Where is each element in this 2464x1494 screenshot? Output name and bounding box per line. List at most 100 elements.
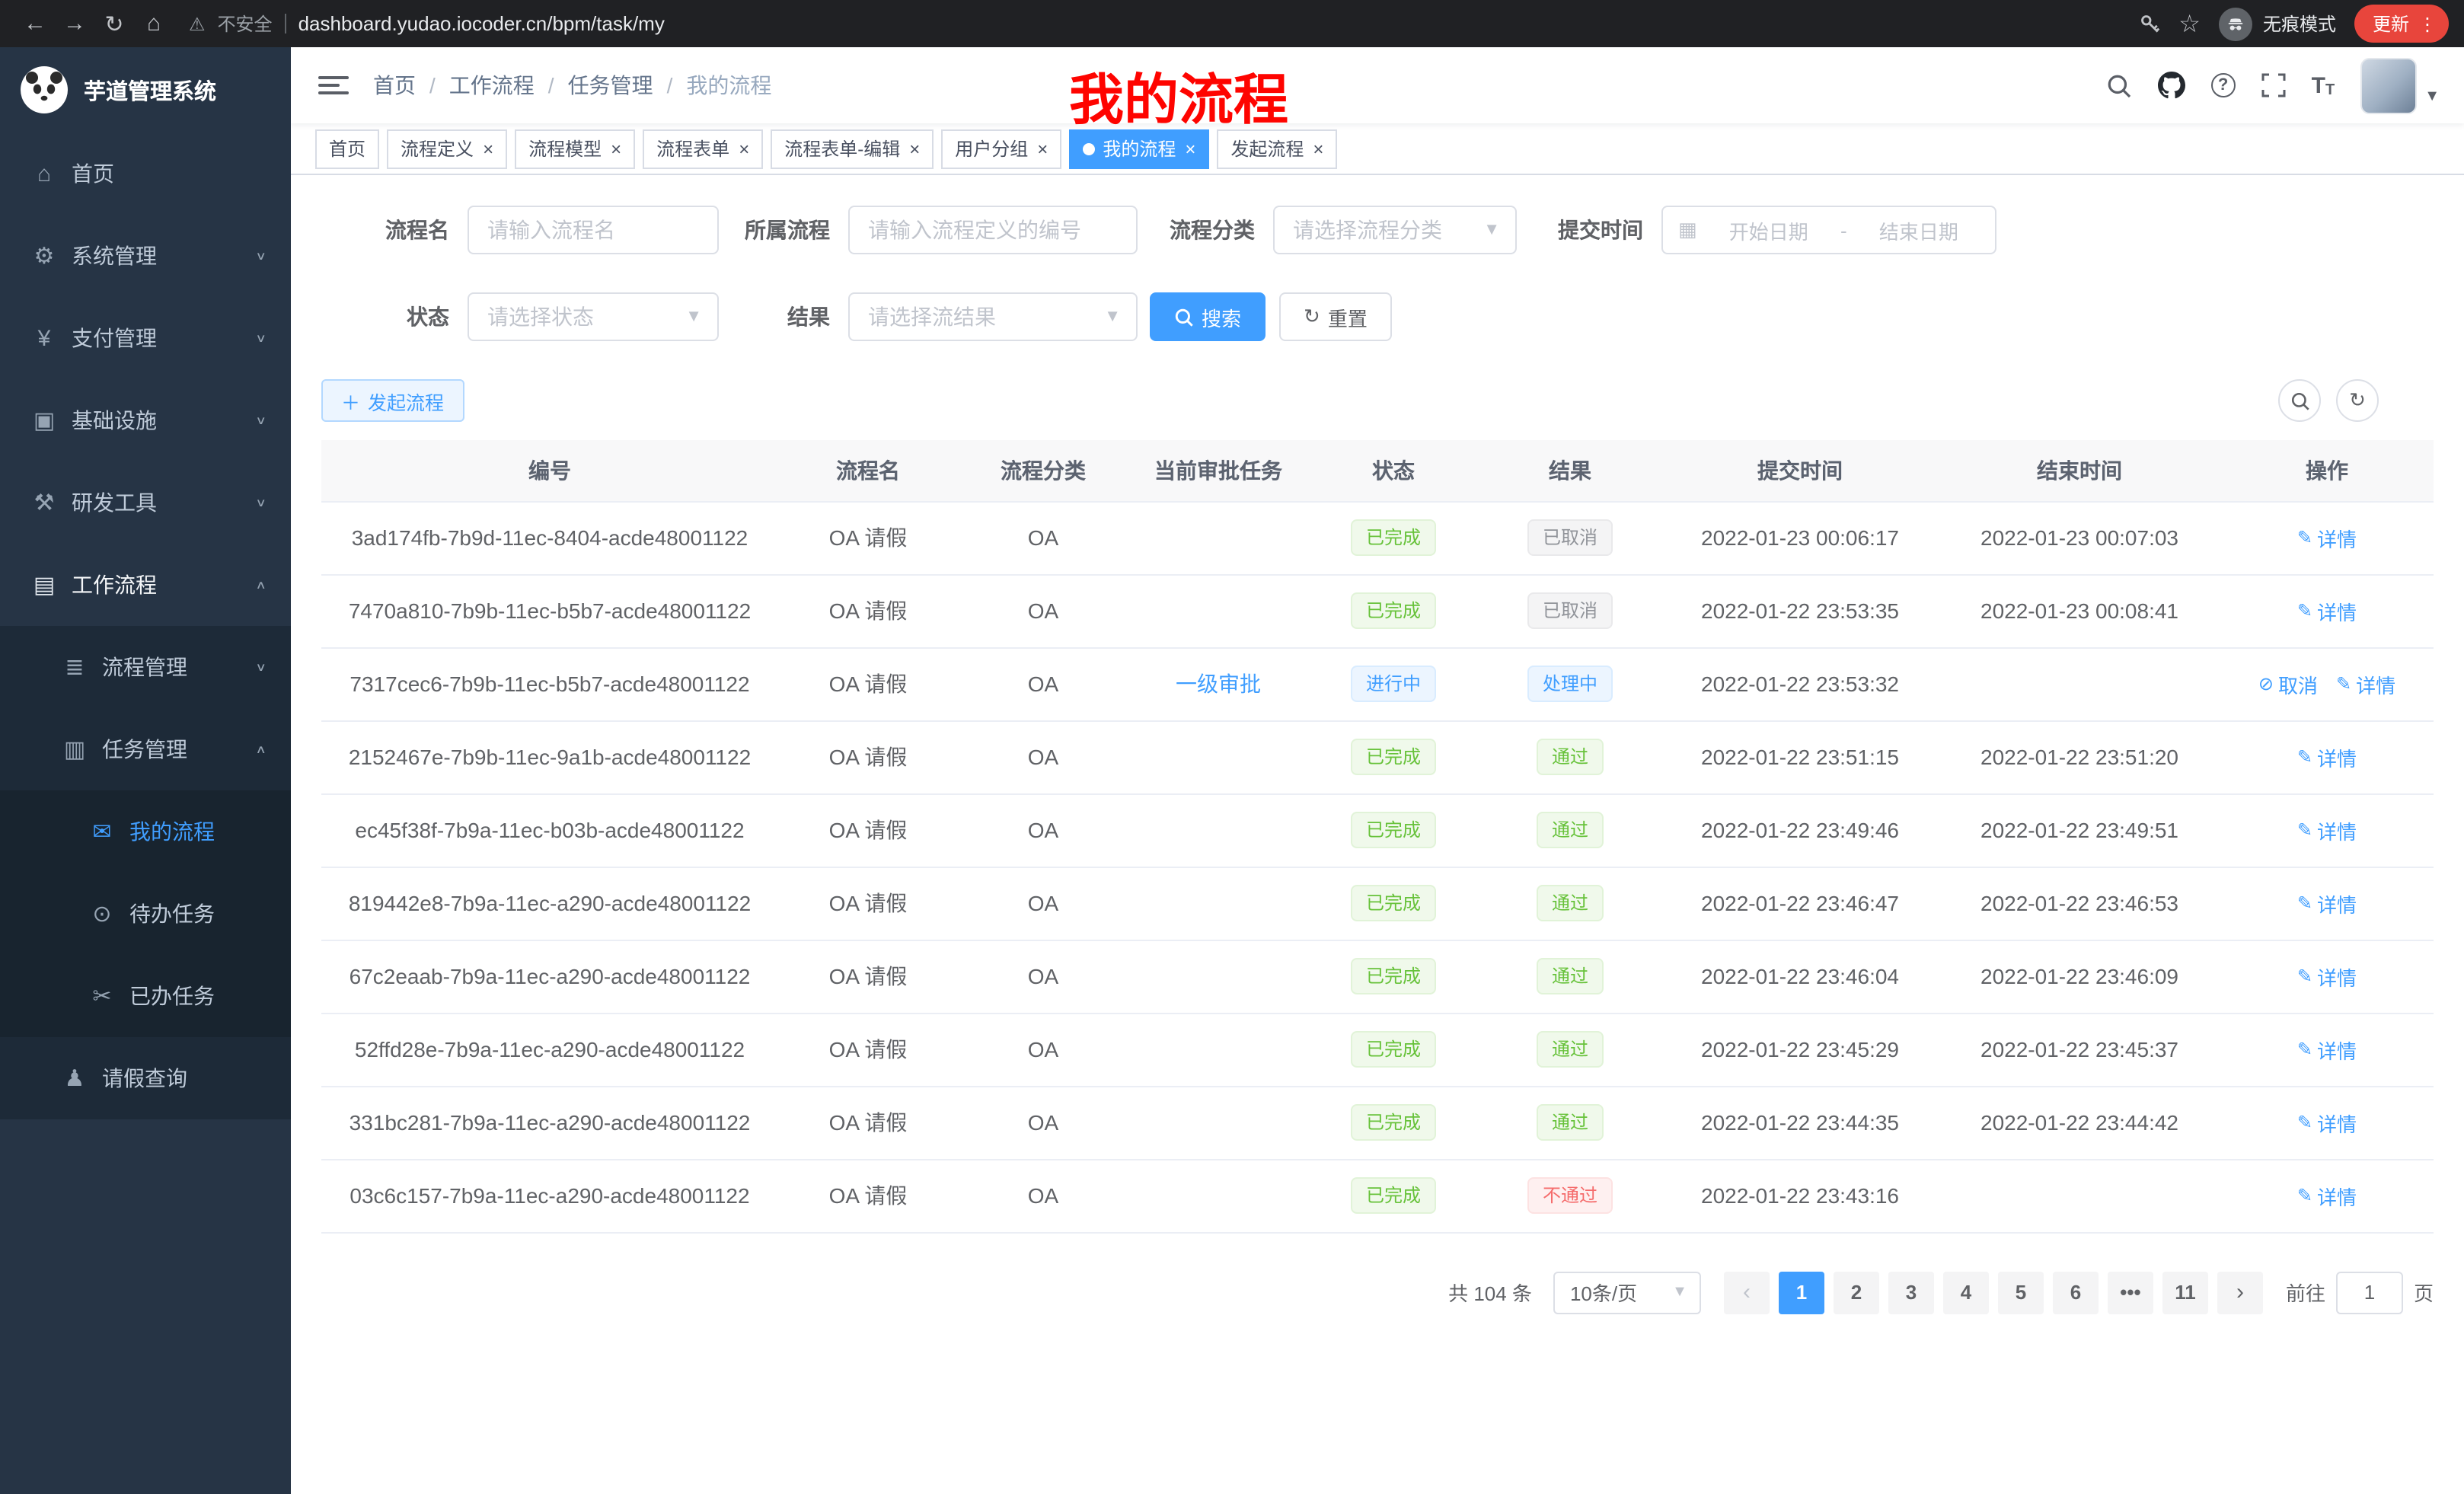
task-link[interactable]: 一级审批 [1176,672,1261,696]
row-actions: ⊘取消 ✎详情 [2220,647,2434,720]
page-button-6[interactable]: 6 [2053,1271,2099,1314]
sidebar-item-请假查询[interactable]: ♟请假查询 [0,1037,291,1119]
sidebar-item-支付管理[interactable]: ¥支付管理∨ [0,297,291,379]
detail-link[interactable]: ✎详情 [2297,1181,2357,1210]
close-icon[interactable]: × [1185,139,1195,158]
toggle-search-icon[interactable] [2278,379,2321,422]
app-logo[interactable]: 芋道管理系统 [0,47,291,132]
close-icon[interactable]: × [739,139,749,158]
help-icon[interactable]: ? [2211,73,2236,97]
process-name-input[interactable] [468,206,719,254]
sidebar-item-流程管理[interactable]: ≣流程管理∨ [0,626,291,708]
goto-page-input[interactable] [2336,1271,2403,1314]
close-icon[interactable]: × [1037,139,1048,158]
detail-link[interactable]: ✎详情 [2297,523,2357,552]
result-select[interactable]: 请选择流结果 ▼ [848,292,1138,341]
update-label: 更新 [2373,11,2409,37]
search-button[interactable]: 搜索 [1150,292,1266,341]
bookmark-star-icon[interactable]: ☆ [2178,8,2201,39]
tab-首页[interactable]: 首页 [315,129,379,168]
breadcrumb-item[interactable]: 任务管理 [568,70,653,101]
update-button[interactable]: 更新 ⋮ [2354,5,2449,43]
detail-link[interactable]: ✎详情 [2297,889,2357,918]
page-buttons: 123456•••11 [1774,1271,2213,1314]
sidebar-item-我的流程[interactable]: ✉我的流程 [0,790,291,873]
row-status: 已完成 [1308,1159,1479,1232]
tab-label: 我的流程 [1103,136,1176,161]
page-button-11[interactable]: 11 [2162,1271,2208,1314]
address-bar[interactable]: ⚠ 不安全 dashboard.yudao.iocoder.cn/bpm/tas… [189,11,2139,37]
reload-icon[interactable]: ↻ [94,4,134,43]
url-text[interactable]: dashboard.yudao.iocoder.cn/bpm/task/my [298,12,665,35]
tab-流程表单-编辑[interactable]: 流程表单-编辑× [771,129,934,168]
delete-icon: ⊘ [2258,673,2274,694]
tab-流程模型[interactable]: 流程模型× [515,129,635,168]
github-icon[interactable] [2158,72,2185,99]
forward-icon[interactable]: → [55,4,94,43]
detail-link[interactable]: ✎详情 [2336,669,2395,698]
date-range-picker[interactable]: ▦ 开始日期 - 结束日期 [1661,206,1996,254]
sidebar-item-工作流程[interactable]: ▤工作流程∧ [0,544,291,626]
sidebar-item-首页[interactable]: ⌂首页 [0,132,291,215]
column-header-编号: 编号 [321,440,778,501]
fullscreen-icon[interactable] [2261,73,2286,97]
result-badge: 通过 [1537,1104,1604,1141]
breadcrumb-item[interactable]: 工作流程 [449,70,535,101]
back-icon[interactable]: ← [15,4,55,43]
sidebar-item-系统管理[interactable]: ⚙系统管理∨ [0,215,291,297]
browser-menu-icon[interactable]: ⋮ [2418,13,2437,34]
sidebar-item-label: 我的流程 [129,816,215,847]
search-icon[interactable] [2106,72,2132,98]
app-window: ← → ↻ ⌂ ⚠ 不安全 dashboard.yudao.iocoder.cn… [0,0,2464,1494]
close-icon[interactable]: × [1313,139,1323,158]
next-page-button[interactable]: › [2217,1271,2263,1314]
collapse-menu-icon[interactable] [318,70,349,101]
status-badge: 已完成 [1351,1104,1436,1141]
refresh-table-icon[interactable]: ↻ [2336,379,2379,422]
category-label: 流程分类 [1138,215,1273,245]
detail-link[interactable]: ✎详情 [2297,816,2357,844]
create-process-button[interactable]: ＋ 发起流程 [321,379,464,422]
font-size-icon[interactable]: TT [2312,72,2335,98]
close-icon[interactable]: × [909,139,920,158]
sidebar-item-基础设施[interactable]: ▣基础设施∨ [0,379,291,461]
user-menu[interactable]: ▼ [2360,57,2440,113]
sidebar-item-已办任务[interactable]: ✂已办任务 [0,955,291,1037]
page-button-5[interactable]: 5 [1998,1271,2044,1314]
page-size-select[interactable]: 10条/页 ▼ [1553,1271,1701,1314]
close-icon[interactable]: × [483,139,493,158]
action-links: ✎详情 [2220,1035,2434,1064]
sidebar-item-label: 系统管理 [72,241,157,271]
sidebar-item-待办任务[interactable]: ⊙待办任务 [0,873,291,955]
row-process-name: OA 请假 [778,720,958,793]
sidebar-item-任务管理[interactable]: ▥任务管理∧ [0,708,291,790]
password-key-icon[interactable] [2139,13,2160,34]
detail-link[interactable]: ✎详情 [2297,596,2357,625]
tab-流程表单[interactable]: 流程表单× [643,129,763,168]
detail-link[interactable]: ✎详情 [2297,962,2357,991]
sidebar-item-研发工具[interactable]: ⚒研发工具∨ [0,461,291,544]
cancel-link[interactable]: ⊘取消 [2258,669,2318,698]
reset-button[interactable]: ↻ 重置 [1279,292,1392,341]
detail-link[interactable]: ✎详情 [2297,742,2357,771]
more-pages-button[interactable]: ••• [2108,1271,2153,1314]
page-button-1[interactable]: 1 [1779,1271,1824,1314]
category-placeholder: 请选择流程分类 [1293,215,1442,245]
page-button-4[interactable]: 4 [1943,1271,1989,1314]
page-button-3[interactable]: 3 [1888,1271,1934,1314]
tab-用户分组[interactable]: 用户分组× [941,129,1061,168]
tab-流程定义[interactable]: 流程定义× [387,129,507,168]
category-select[interactable]: 请选择流程分类 ▼ [1273,206,1517,254]
prev-page-button[interactable]: ‹ [1724,1271,1770,1314]
status-select[interactable]: 请选择状态 ▼ [468,292,719,341]
detail-link[interactable]: ✎详情 [2297,1035,2357,1064]
row-process-name: OA 请假 [778,1013,958,1086]
row-status: 已完成 [1308,867,1479,940]
user-avatar[interactable] [2360,57,2417,113]
page-button-2[interactable]: 2 [1834,1271,1879,1314]
process-key-input[interactable] [848,206,1138,254]
close-icon[interactable]: × [611,139,621,158]
breadcrumb-item[interactable]: 首页 [373,70,416,101]
browser-home-icon[interactable]: ⌂ [134,4,174,43]
detail-link[interactable]: ✎详情 [2297,1108,2357,1137]
